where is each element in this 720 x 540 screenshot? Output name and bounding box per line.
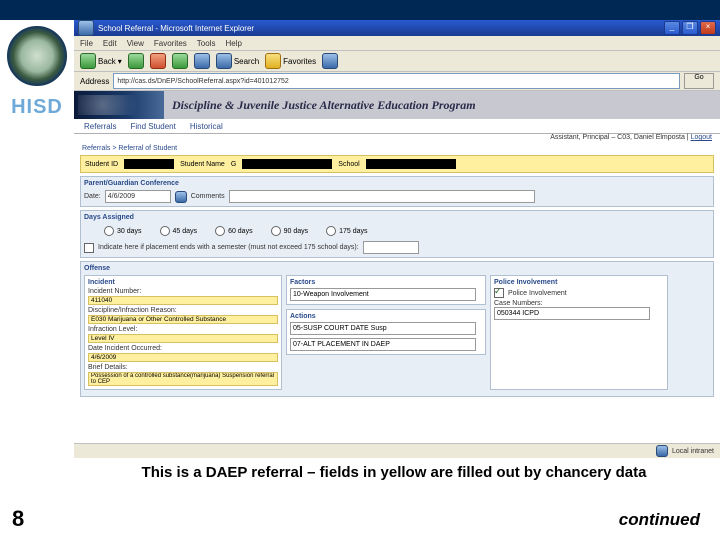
semester-checkbox[interactable] xyxy=(84,243,94,253)
offense-heading: Offense xyxy=(84,265,710,272)
hisd-label: HISD xyxy=(0,96,74,119)
school-label: School xyxy=(338,161,359,168)
menu-help[interactable]: Help xyxy=(225,39,241,48)
status-text: Local intranet xyxy=(672,448,714,455)
zone-icon xyxy=(656,445,668,457)
minimize-button[interactable]: _ xyxy=(664,21,680,35)
incident-num-value: 411040 xyxy=(88,296,278,305)
conference-heading: Parent/Guardian Conference xyxy=(84,180,710,187)
status-bar: Local intranet xyxy=(74,443,720,458)
student-id-redacted xyxy=(124,159,174,169)
window-titlebar: School Referral - Microsoft Internet Exp… xyxy=(74,20,720,36)
tab-referrals[interactable]: Referrals xyxy=(84,122,116,131)
student-name-initial: G xyxy=(231,161,236,168)
maximize-button[interactable]: ❐ xyxy=(682,21,698,35)
incident-num-label: Incident Number: xyxy=(88,288,278,295)
details-value: Possession of a controlled substance(mar… xyxy=(88,372,278,386)
banner-logo xyxy=(74,91,164,119)
conference-section: Parent/Guardian Conference Date: 4/6/200… xyxy=(80,176,714,207)
police-cb-label: Police Involvement xyxy=(508,290,567,297)
student-name-redacted xyxy=(242,159,332,169)
comments-label: Comments xyxy=(191,193,225,200)
radio-90[interactable]: 90 days xyxy=(271,226,309,236)
home-button[interactable] xyxy=(194,53,210,69)
level-label: Infraction Level: xyxy=(88,326,278,333)
continued-label: continued xyxy=(619,510,700,530)
factors-box: Factors 10-Weapon Involvement xyxy=(286,275,486,305)
semester-note: Indicate here if placement ends with a s… xyxy=(98,244,359,251)
radio-60[interactable]: 60 days xyxy=(215,226,253,236)
days-section: Days Assigned 30 days 45 days 60 days 90… xyxy=(80,210,714,258)
reason-label: Discipline/Infraction Reason: xyxy=(88,307,278,314)
action-2[interactable]: 07-ALT PLACEMENT IN DAEP xyxy=(290,338,476,351)
slide-caption: This is a DAEP referral – fields in yell… xyxy=(74,464,714,481)
logout-link[interactable]: Logout xyxy=(691,134,712,141)
actions-heading: Actions xyxy=(290,313,482,320)
nav-tabs: Referrals Find Student Historical xyxy=(74,119,720,134)
forward-button[interactable] xyxy=(128,53,144,69)
details-label: Brief Details: xyxy=(88,364,278,371)
favorites-button[interactable]: Favorites xyxy=(265,53,316,69)
factors-value[interactable]: 10-Weapon Involvement xyxy=(290,288,476,301)
user-info: Assistant, Principal – C03, Daniel Elmpo… xyxy=(74,134,720,145)
days-heading: Days Assigned xyxy=(84,214,710,221)
breadcrumb: Referrals > Referral of Student xyxy=(74,145,720,155)
level-value: Level IV xyxy=(88,334,278,343)
toolbar: Back▾ Search Favorites xyxy=(74,51,720,72)
menu-view[interactable]: View xyxy=(127,39,144,48)
semester-input[interactable] xyxy=(363,241,419,254)
radio-30[interactable]: 30 days xyxy=(104,226,142,236)
student-id-label: Student ID xyxy=(85,161,118,168)
radio-45[interactable]: 45 days xyxy=(160,226,198,236)
window-title: School Referral - Microsoft Internet Exp… xyxy=(98,24,254,33)
student-bar: Student ID Student Name G School xyxy=(80,155,714,173)
address-label: Address xyxy=(80,77,109,86)
police-checkbox[interactable] xyxy=(494,288,504,298)
police-heading: Police Involvement xyxy=(494,279,664,286)
refresh-button[interactable] xyxy=(172,53,188,69)
school-redacted xyxy=(366,159,456,169)
reason-value: E030 Marijuana or Other Controlled Subst… xyxy=(88,315,278,324)
stop-button[interactable] xyxy=(150,53,166,69)
tab-find-student[interactable]: Find Student xyxy=(130,122,175,131)
action-1[interactable]: 05-SUSP COURT DATE Susp xyxy=(290,322,476,335)
menu-favorites[interactable]: Favorites xyxy=(154,39,187,48)
ie-window: School Referral - Microsoft Internet Exp… xyxy=(74,20,720,458)
inc-date-value: 4/6/2009 xyxy=(88,353,278,362)
ie-icon xyxy=(78,20,94,36)
conf-date-label: Date: xyxy=(84,193,101,200)
incident-heading: Incident xyxy=(88,279,278,286)
tab-historical[interactable]: Historical xyxy=(190,122,223,131)
case-label: Case Numbers: xyxy=(494,300,664,307)
actions-box: Actions 05-SUSP COURT DATE Susp 07-ALT P… xyxy=(286,309,486,355)
student-name-label: Student Name xyxy=(180,161,225,168)
conf-date-input[interactable]: 4/6/2009 xyxy=(105,190,171,203)
incident-box: Incident Incident Number:411040 Discipli… xyxy=(84,275,282,390)
case-value[interactable]: 050344 ICPD xyxy=(494,307,650,320)
menu-bar: File Edit View Favorites Tools Help xyxy=(74,36,720,51)
radio-175[interactable]: 175 days xyxy=(326,226,367,236)
address-input[interactable]: http://cas.ds/DnEP/SchoolReferral.aspx?i… xyxy=(113,73,680,89)
menu-edit[interactable]: Edit xyxy=(103,39,117,48)
close-button[interactable]: × xyxy=(700,21,716,35)
page-number: 8 xyxy=(12,506,24,532)
app-banner: Discipline & Juvenile Justice Alternativ… xyxy=(74,91,720,119)
hisd-seal xyxy=(7,26,67,86)
search-button[interactable]: Search xyxy=(216,53,259,69)
banner-title: Discipline & Juvenile Justice Alternativ… xyxy=(164,91,720,119)
back-button[interactable]: Back▾ xyxy=(80,53,122,69)
police-box: Police Involvement Police Involvement Ca… xyxy=(490,275,668,390)
offense-section: Offense Incident Incident Number:411040 … xyxy=(80,261,714,397)
factors-heading: Factors xyxy=(290,279,482,286)
address-bar: Address http://cas.ds/DnEP/SchoolReferra… xyxy=(74,72,720,91)
go-button[interactable]: Go xyxy=(684,73,714,89)
inc-date-label: Date Incident Occurred: xyxy=(88,345,278,352)
history-button[interactable] xyxy=(322,53,338,69)
calendar-icon[interactable] xyxy=(175,191,187,203)
menu-file[interactable]: File xyxy=(80,39,93,48)
menu-tools[interactable]: Tools xyxy=(197,39,216,48)
comments-input[interactable] xyxy=(229,190,535,203)
